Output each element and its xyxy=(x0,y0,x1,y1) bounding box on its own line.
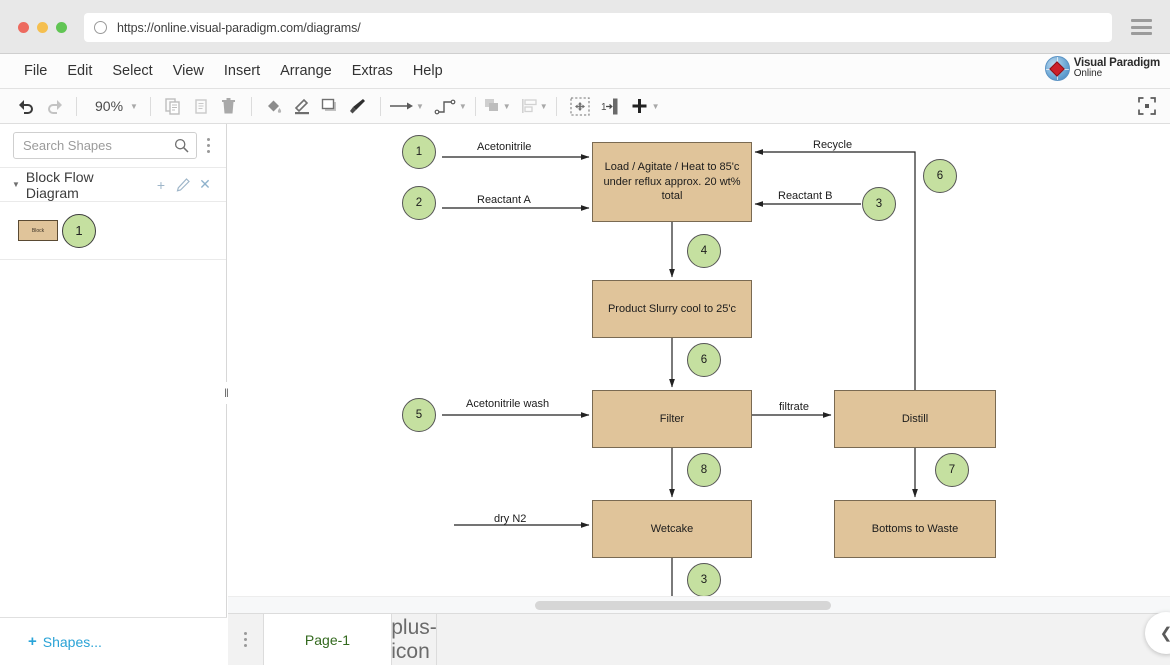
undo-icon[interactable] xyxy=(12,93,40,119)
triangle-down-icon[interactable]: ▼ xyxy=(12,180,20,189)
plus-icon[interactable]: + xyxy=(28,633,37,650)
edge-label-reactant-a: Reactant A xyxy=(477,194,531,206)
edge-label-acetonitrile: Acetonitrile xyxy=(477,141,532,153)
page-bar-spacer xyxy=(437,614,1170,665)
bring-to-front-icon[interactable]: ▼ xyxy=(484,93,511,119)
node-product-slurry[interactable]: Product Slurry cool to 25'c xyxy=(592,280,752,338)
menu-extras[interactable]: Extras xyxy=(342,60,403,82)
bubble-stream-6[interactable]: 6 xyxy=(687,343,721,377)
redo-icon[interactable] xyxy=(40,93,68,119)
menu-arrange[interactable]: Arrange xyxy=(270,60,342,82)
menu-edit[interactable]: Edit xyxy=(57,60,102,82)
edge-label-filtrate: filtrate xyxy=(779,401,809,413)
edge-label-acetonitrile-wash: Acetonitrile wash xyxy=(466,398,550,410)
edge-label-recycle: Recycle xyxy=(813,139,853,151)
diagram-canvas[interactable]: Load / Agitate / Heat to 85'c under refl… xyxy=(228,124,1170,609)
group-add-icon[interactable]: + xyxy=(150,177,172,193)
zoom-control[interactable]: 90% ▼ xyxy=(89,98,138,114)
hamburger-menu-icon[interactable] xyxy=(1131,19,1152,35)
menu-help[interactable]: Help xyxy=(403,60,453,82)
add-shape-button[interactable]: ▼ xyxy=(631,93,660,119)
node-bottoms-to-waste[interactable]: Bottoms to Waste xyxy=(834,500,996,558)
line-color-icon[interactable] xyxy=(288,93,316,119)
menu-bar: File Edit Select View Insert Arrange Ext… xyxy=(0,54,1170,89)
search-placeholder: Search Shapes xyxy=(23,138,112,153)
chevron-down-icon[interactable]: ▼ xyxy=(540,102,548,111)
globe-icon xyxy=(1044,56,1070,81)
insert-page-icon[interactable]: 1 xyxy=(595,93,625,119)
toolbar: 90% ▼ ▼ ▼ ▼ ▼ 1 ▼ xyxy=(0,89,1170,124)
bubble-stream-1[interactable]: 1 xyxy=(402,135,436,169)
sidebar-footer[interactable]: + Shapes... xyxy=(0,617,227,665)
shape-group-header[interactable]: ▼ Block Flow Diagram + ✕ xyxy=(0,168,226,202)
canvas-horizontal-scrollbar[interactable] xyxy=(228,596,1170,613)
more-shapes-link[interactable]: Shapes... xyxy=(43,634,102,650)
url-text: https://online.visual-paradigm.com/diagr… xyxy=(117,20,361,35)
bubble-stream-7[interactable]: 7 xyxy=(935,453,969,487)
chevron-down-icon[interactable]: ▼ xyxy=(130,102,138,111)
shape-palette-row: Block 1 xyxy=(0,202,226,260)
node-reactor[interactable]: Load / Agitate / Heat to 85'c under refl… xyxy=(592,142,752,222)
shape-group-title: Block Flow Diagram xyxy=(25,168,94,201)
page-options-icon[interactable] xyxy=(228,614,264,665)
bubble-stream-6-recycle[interactable]: 6 xyxy=(923,159,957,193)
menu-insert[interactable]: Insert xyxy=(214,60,270,82)
reload-icon[interactable] xyxy=(94,21,107,34)
minimize-window-button[interactable] xyxy=(37,22,48,33)
fill-color-icon[interactable] xyxy=(260,93,288,119)
brand-line-2: Online xyxy=(1073,68,1103,80)
sidebar-options-icon[interactable] xyxy=(199,138,217,153)
search-icon[interactable] xyxy=(174,138,189,153)
bubble-stream-4[interactable]: 4 xyxy=(687,234,721,268)
group-pencil-icon[interactable] xyxy=(172,177,194,192)
scrollbar-thumb[interactable] xyxy=(535,601,831,610)
menu-view[interactable]: View xyxy=(163,60,214,82)
chevron-down-icon[interactable]: ▼ xyxy=(459,102,467,111)
copy-icon[interactable] xyxy=(159,93,187,119)
node-distill[interactable]: Distill xyxy=(834,390,996,448)
visual-paradigm-logo[interactable]: Visual Paradigm Online xyxy=(1044,56,1160,81)
bubble-stream-2[interactable]: 2 xyxy=(402,186,436,220)
maximize-window-button[interactable] xyxy=(56,22,67,33)
zoom-level: 90% xyxy=(95,98,124,114)
diamond-icon xyxy=(1049,60,1065,77)
group-close-icon[interactable]: ✕ xyxy=(194,176,216,193)
connector-arrow-style[interactable]: ▼ xyxy=(389,93,424,119)
align-icon[interactable]: ▼ xyxy=(521,93,548,119)
paste-icon[interactable] xyxy=(187,93,215,119)
search-shapes-row: Search Shapes xyxy=(0,124,226,168)
bubble-stream-8[interactable]: 8 xyxy=(687,453,721,487)
shape-thumb-circle[interactable]: 1 xyxy=(62,213,96,248)
fullscreen-icon[interactable] xyxy=(1136,93,1158,119)
chevron-down-icon[interactable]: ▼ xyxy=(652,102,660,111)
browser-chrome: https://online.visual-paradigm.com/diagr… xyxy=(0,0,1170,54)
trash-icon[interactable] xyxy=(215,93,243,119)
shapes-sidebar: Search Shapes ▼ Block Flow Diagram + ✕ B… xyxy=(0,124,227,665)
edge-label-dry-n2: dry N2 xyxy=(494,513,527,525)
menu-select[interactable]: Select xyxy=(102,60,162,82)
bubble-stream-3-bottom[interactable]: 3 xyxy=(687,563,721,597)
window-traffic-lights xyxy=(18,22,67,33)
menu-file[interactable]: File xyxy=(14,60,57,82)
shadow-icon[interactable] xyxy=(316,93,344,119)
shape-thumb-block[interactable]: Block xyxy=(18,220,58,241)
bubble-stream-3[interactable]: 3 xyxy=(862,187,896,221)
application-window: https://online.visual-paradigm.com/diagr… xyxy=(0,0,1170,665)
edge-label-reactant-b: Reactant B xyxy=(778,190,833,202)
select-all-icon[interactable] xyxy=(565,93,595,119)
page-tab-page-1[interactable]: Page-1 xyxy=(264,614,392,665)
chevron-down-icon[interactable]: ▼ xyxy=(503,102,511,111)
close-window-button[interactable] xyxy=(18,22,29,33)
waypoint-style-icon[interactable]: ▼ xyxy=(434,93,467,119)
svg-text:1: 1 xyxy=(601,102,607,113)
chevron-down-icon[interactable]: ▼ xyxy=(416,102,424,111)
page-bar: Page-1 plus-icon ❮ xyxy=(228,612,1170,665)
node-wetcake[interactable]: Wetcake xyxy=(592,500,752,558)
address-bar[interactable]: https://online.visual-paradigm.com/diagr… xyxy=(84,13,1112,42)
node-filter[interactable]: Filter xyxy=(592,390,752,448)
add-page-button[interactable]: plus-icon xyxy=(391,614,437,665)
search-input[interactable]: Search Shapes xyxy=(13,132,197,159)
bubble-stream-5[interactable]: 5 xyxy=(402,398,436,432)
format-painter-icon[interactable] xyxy=(344,93,372,119)
